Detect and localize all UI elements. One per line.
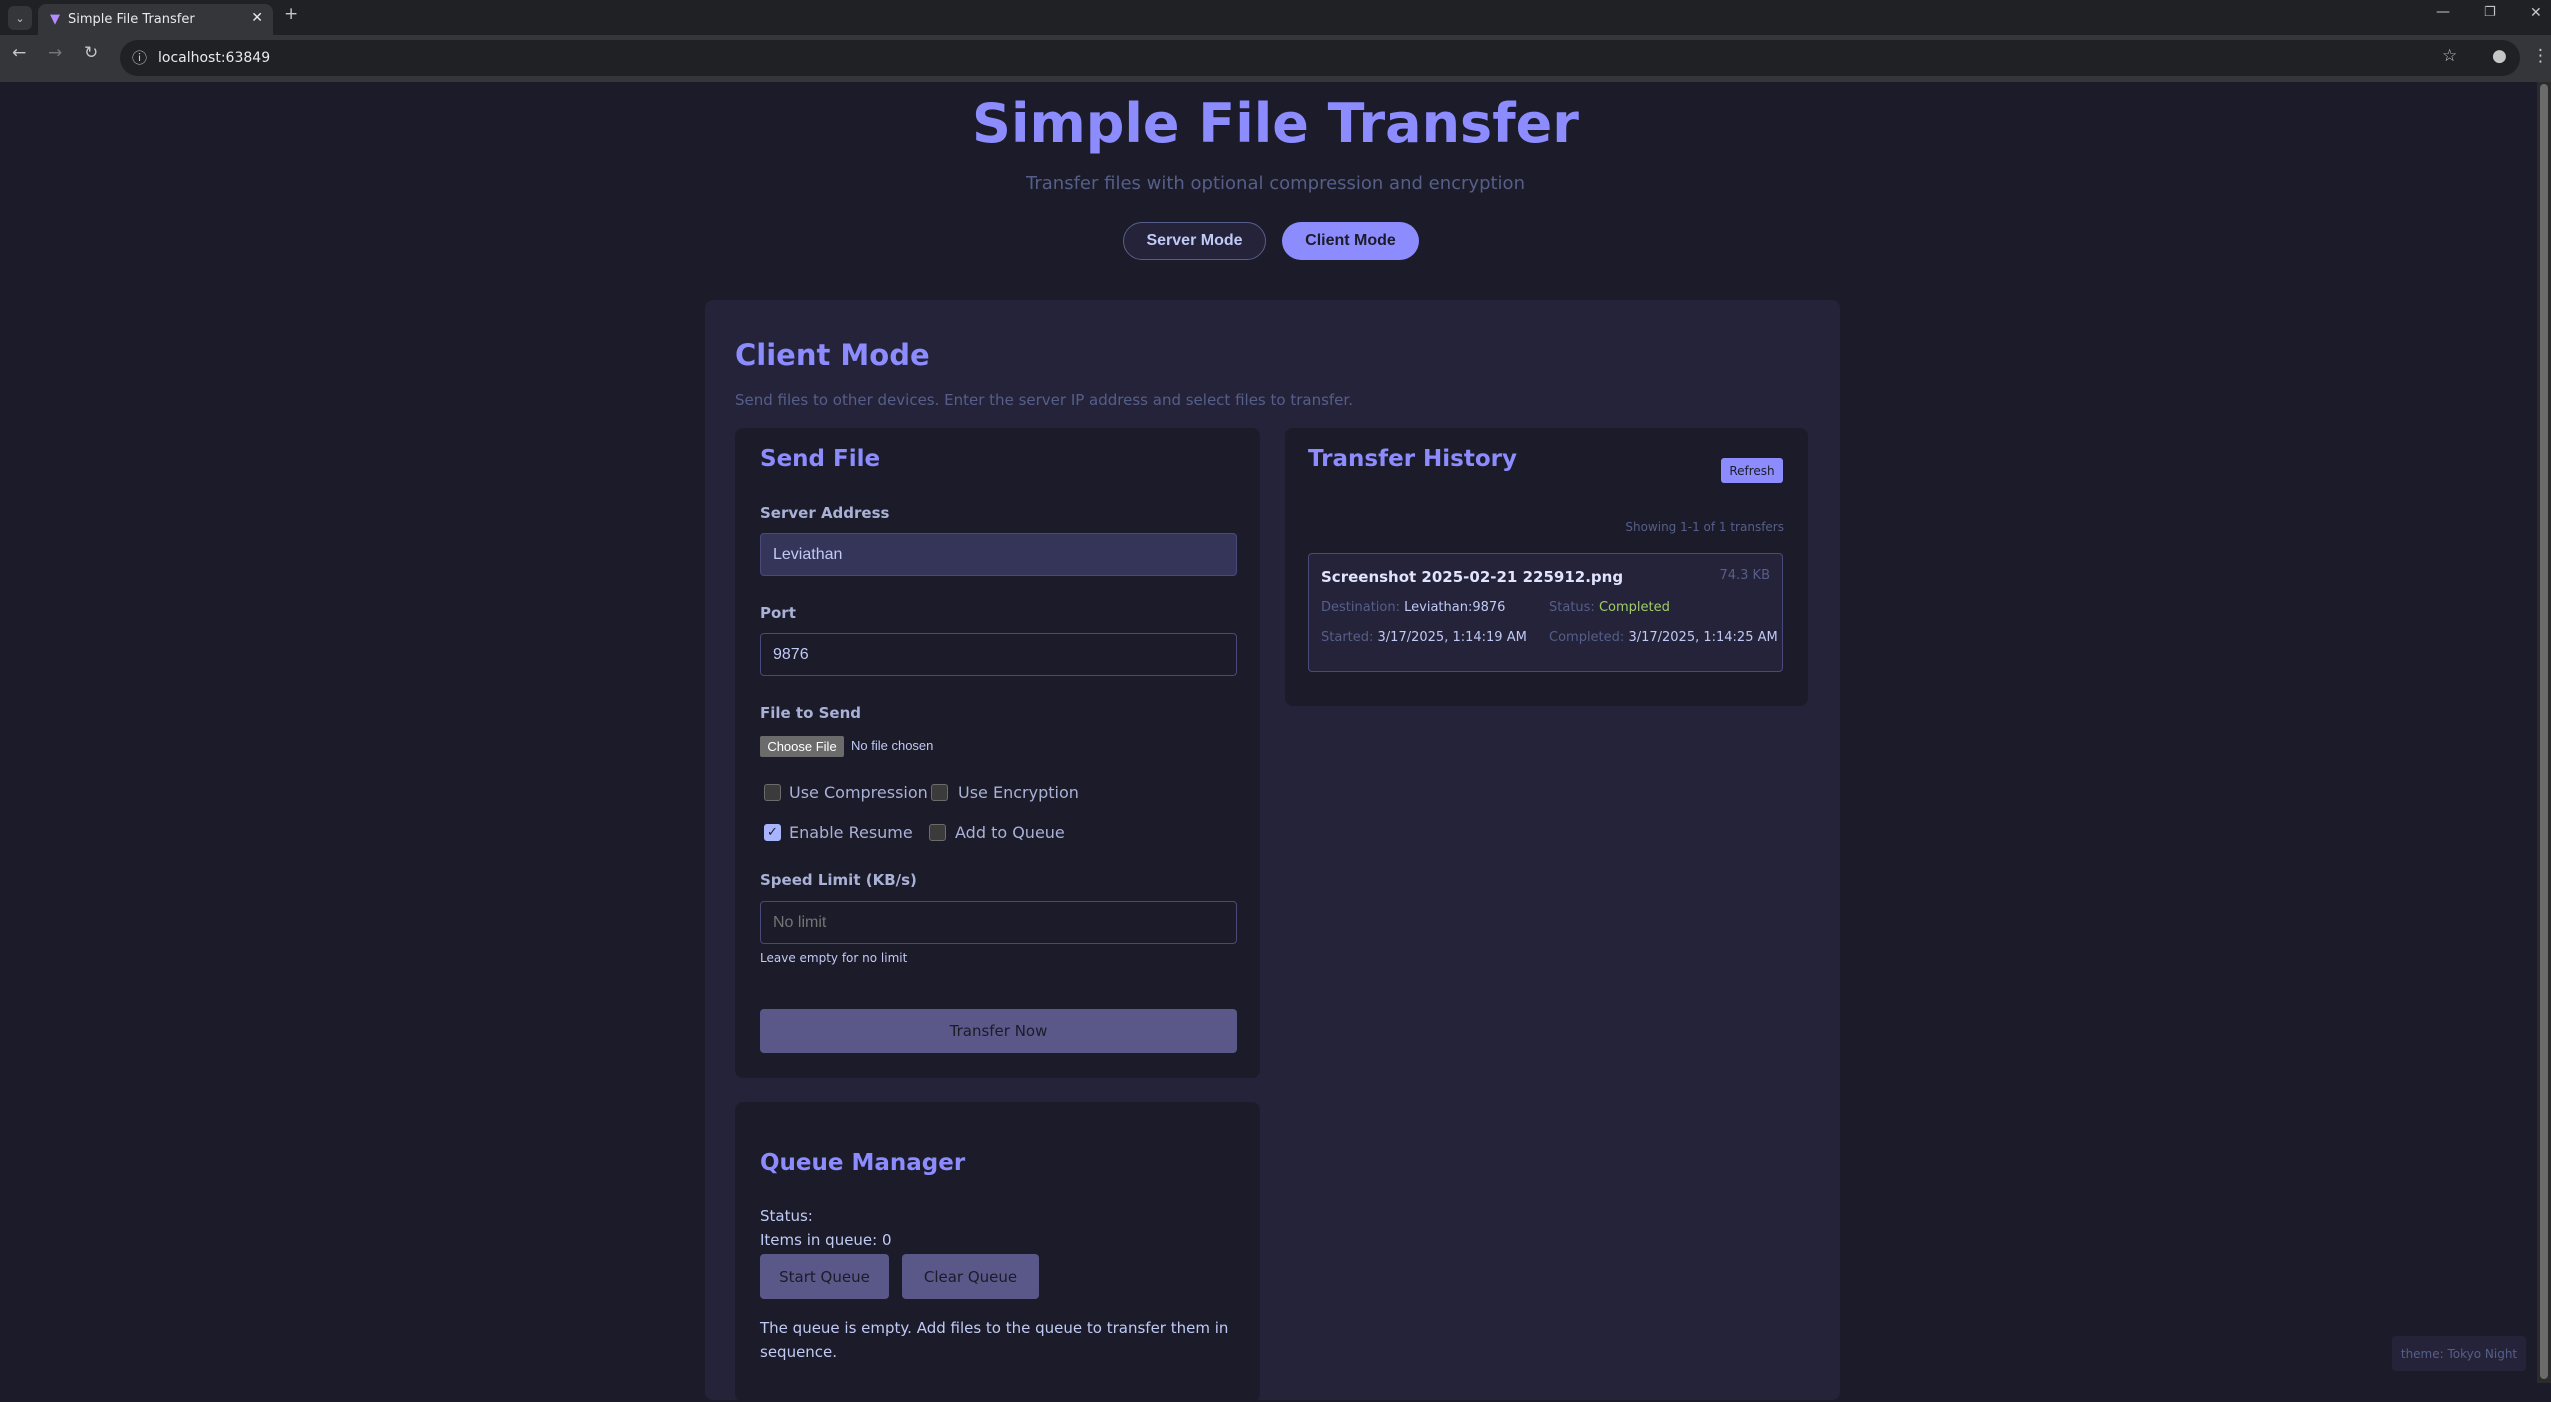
restore-icon[interactable]: ❐: [2484, 5, 2496, 20]
close-tab-icon[interactable]: ✕: [251, 10, 263, 26]
url-text: localhost:63849: [158, 50, 271, 66]
server-address-label: Server Address: [760, 504, 890, 522]
scrollbar-thumb[interactable]: [2540, 84, 2548, 1379]
queue-item-count: Items in queue: 0: [760, 1231, 892, 1249]
page-title: Simple File Transfer: [972, 92, 1579, 155]
favicon-icon: ▼: [50, 12, 60, 27]
site-info-icon[interactable]: ⓘ: [132, 47, 147, 68]
port-input[interactable]: 9876: [760, 633, 1237, 676]
use-encryption-label: Use Encryption: [958, 783, 1079, 802]
completed-label: Completed:: [1549, 630, 1625, 645]
new-tab-icon[interactable]: +: [284, 4, 298, 24]
menu-icon[interactable]: ⋮: [2532, 46, 2549, 66]
server-mode-button[interactable]: Server Mode: [1123, 222, 1266, 260]
tab-list-icon[interactable]: ⌄: [8, 6, 32, 30]
client-mode-button[interactable]: Client Mode: [1282, 222, 1419, 260]
server-address-input[interactable]: Leviathan: [760, 533, 1237, 576]
status-label: Status:: [1549, 600, 1595, 615]
add-to-queue-checkbox[interactable]: [929, 824, 946, 841]
port-label: Port: [760, 604, 796, 622]
file-size: 74.3 KB: [1719, 568, 1770, 583]
send-file-heading: Send File: [760, 446, 881, 472]
clear-queue-button[interactable]: Clear Queue: [902, 1254, 1039, 1299]
file-name: Screenshot 2025-02-21 225912.png: [1321, 568, 1624, 586]
bookmark-star-icon[interactable]: ☆: [2442, 46, 2457, 66]
back-icon[interactable]: ←: [12, 43, 26, 63]
choose-file-button[interactable]: Choose File: [760, 736, 844, 757]
theme-indicator: theme: Tokyo Night: [2392, 1336, 2526, 1371]
queue-empty-message: The queue is empty. Add files to the que…: [760, 1319, 1229, 1361]
reload-icon[interactable]: ↻: [84, 43, 98, 63]
use-compression-checkbox[interactable]: [764, 784, 781, 801]
server-address-value: Leviathan: [773, 545, 843, 563]
refresh-button[interactable]: Refresh: [1721, 458, 1783, 483]
enable-resume-label: Enable Resume: [789, 823, 913, 842]
minimize-icon[interactable]: —: [2436, 4, 2450, 20]
profile-icon[interactable]: ●: [2492, 46, 2507, 66]
browser-tab-bar: ⌄ ▼ Simple File Transfer ✕ + — ❐ ✕: [0, 0, 2551, 35]
port-value: 9876: [773, 645, 809, 663]
pagination-summary: Showing 1-1 of 1 transfers: [1625, 520, 1784, 534]
speed-limit-input[interactable]: [760, 901, 1237, 944]
started-label: Started:: [1321, 630, 1374, 645]
queue-manager-heading: Queue Manager: [760, 1150, 966, 1176]
page-subtitle: Transfer files with optional compression…: [1026, 173, 1525, 194]
file-to-send-label: File to Send: [760, 704, 862, 722]
start-queue-button[interactable]: Start Queue: [760, 1254, 889, 1299]
client-mode-description: Send files to other devices. Enter the s…: [735, 391, 1353, 409]
close-window-icon[interactable]: ✕: [2530, 5, 2542, 21]
started-value: 3/17/2025, 1:14:19 AM: [1377, 630, 1527, 645]
transfer-history-item[interactable]: Screenshot 2025-02-21 225912.png 74.3 KB…: [1308, 553, 1783, 672]
add-to-queue-label: Add to Queue: [955, 823, 1065, 842]
status-badge: Completed: [1598, 600, 1670, 615]
use-encryption-checkbox[interactable]: [931, 784, 948, 801]
url-bar[interactable]: ⓘ localhost:63849: [120, 40, 2520, 76]
client-mode-heading: Client Mode: [735, 338, 930, 372]
transfer-now-button[interactable]: Transfer Now: [760, 1009, 1237, 1053]
checkmark-icon: ✓: [767, 825, 778, 840]
browser-tab[interactable]: ▼ Simple File Transfer ✕: [38, 4, 273, 35]
destination-label: Destination:: [1321, 600, 1400, 615]
enable-resume-checkbox[interactable]: ✓: [764, 824, 781, 841]
use-compression-label: Use Compression: [789, 783, 928, 802]
completed-value: 3/17/2025, 1:14:25 AM: [1628, 630, 1778, 645]
speed-limit-hint: Leave empty for no limit: [760, 951, 908, 965]
no-file-chosen-text: No file chosen: [851, 738, 934, 753]
forward-icon[interactable]: →: [48, 43, 62, 63]
transfer-history-heading: Transfer History: [1308, 446, 1517, 472]
destination-value: Leviathan:9876: [1404, 600, 1506, 615]
queue-status: Status:: [760, 1207, 813, 1225]
speed-limit-label: Speed Limit (KB/s): [760, 871, 917, 889]
tab-title: Simple File Transfer: [68, 12, 195, 27]
